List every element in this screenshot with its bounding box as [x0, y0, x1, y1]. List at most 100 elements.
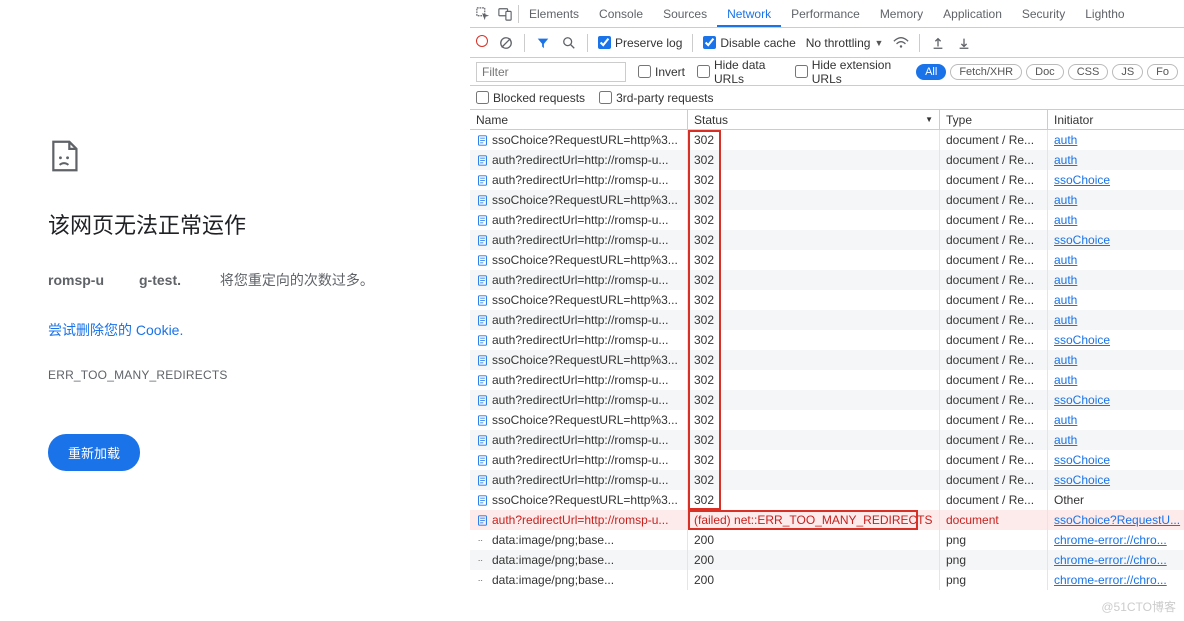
cell-name: ssoChoice?RequestURL=http%3... [470, 250, 688, 270]
tab-elements[interactable]: Elements [519, 1, 589, 27]
pill-fetchxhr[interactable]: Fetch/XHR [950, 64, 1022, 80]
table-row[interactable]: auth?redirectUrl=http://romsp-u...302doc… [470, 310, 1184, 330]
document-icon [476, 494, 488, 506]
initiator-link[interactable]: ssoChoice?RequestU... [1054, 513, 1180, 527]
tab-console[interactable]: Console [589, 1, 653, 27]
preserve-log-checkbox[interactable]: Preserve log [598, 36, 682, 50]
table-row[interactable]: auth?redirectUrl=http://romsp-u...302doc… [470, 330, 1184, 350]
table-row[interactable]: data:image/png;base...200pngchrome-error… [470, 550, 1184, 570]
browser-error-page: 该网页无法正常运作 romsp-uxxxxxg-test.xxxxx 将您重定向… [0, 0, 470, 621]
table-row[interactable]: ssoChoice?RequestURL=http%3...302documen… [470, 410, 1184, 430]
initiator-link[interactable]: auth [1054, 253, 1077, 267]
initiator-link[interactable]: chrome-error://chro... [1054, 553, 1167, 567]
initiator-link[interactable]: auth [1054, 313, 1077, 327]
table-row[interactable]: auth?redirectUrl=http://romsp-u...302doc… [470, 470, 1184, 490]
reload-button[interactable]: 重新加载 [48, 434, 140, 471]
tab-sources[interactable]: Sources [653, 1, 717, 27]
cell-type: png [940, 550, 1048, 570]
table-row[interactable]: auth?redirectUrl=http://romsp-u...302doc… [470, 430, 1184, 450]
col-header-initiator[interactable]: Initiator [1048, 110, 1184, 129]
initiator-link[interactable]: ssoChoice [1054, 453, 1110, 467]
pill-css[interactable]: CSS [1068, 64, 1109, 80]
filter-input[interactable] [476, 62, 626, 82]
initiator-link[interactable]: ssoChoice [1054, 233, 1110, 247]
disable-cache-checkbox[interactable]: Disable cache [703, 36, 795, 50]
search-icon[interactable] [561, 35, 577, 51]
initiator-link[interactable]: auth [1054, 193, 1077, 207]
cell-status: 302 [688, 130, 940, 150]
initiator-link[interactable]: auth [1054, 373, 1077, 387]
table-row[interactable]: ssoChoice?RequestURL=http%3...302documen… [470, 290, 1184, 310]
table-row[interactable]: auth?redirectUrl=http://romsp-u...302doc… [470, 390, 1184, 410]
table-row[interactable]: ssoChoice?RequestURL=http%3...302documen… [470, 250, 1184, 270]
initiator-link[interactable]: auth [1054, 133, 1077, 147]
device-toggle-icon[interactable] [496, 5, 514, 23]
initiator-link[interactable]: ssoChoice [1054, 333, 1110, 347]
initiator-link[interactable]: auth [1054, 433, 1077, 447]
table-row[interactable]: auth?redirectUrl=http://romsp-u...302doc… [470, 170, 1184, 190]
import-har-icon[interactable] [930, 35, 946, 51]
tab-security[interactable]: Security [1012, 1, 1075, 27]
clear-icon[interactable] [498, 35, 514, 51]
initiator-link[interactable]: chrome-error://chro... [1054, 533, 1167, 547]
pill-all[interactable]: All [916, 64, 946, 80]
filter-icon[interactable] [535, 35, 551, 51]
document-icon [476, 254, 488, 266]
table-row[interactable]: auth?redirectUrl=http://romsp-u...302doc… [470, 270, 1184, 290]
initiator-link[interactable]: chrome-error://chro... [1054, 573, 1167, 587]
table-row[interactable]: auth?redirectUrl=http://romsp-u...302doc… [470, 370, 1184, 390]
initiator-link[interactable]: auth [1054, 413, 1077, 427]
hide-data-urls-checkbox[interactable]: Hide data URLs [697, 58, 783, 86]
image-icon [476, 554, 488, 566]
table-row[interactable]: auth?redirectUrl=http://romsp-u...302doc… [470, 230, 1184, 250]
tab-application[interactable]: Application [933, 1, 1012, 27]
initiator-link[interactable]: auth [1054, 153, 1077, 167]
document-icon [476, 174, 488, 186]
cell-initiator: chrome-error://chro... [1048, 530, 1184, 550]
col-header-name[interactable]: Name [470, 110, 688, 129]
blocked-requests-checkbox[interactable]: Blocked requests [476, 91, 585, 105]
inspect-icon[interactable] [474, 5, 492, 23]
tab-lightho[interactable]: Lightho [1075, 1, 1134, 27]
cell-initiator: chrome-error://chro... [1048, 550, 1184, 570]
record-button[interactable] [476, 35, 488, 50]
tab-network[interactable]: Network [717, 1, 781, 27]
table-row[interactable]: ssoChoice?RequestURL=http%3...302documen… [470, 190, 1184, 210]
tab-performance[interactable]: Performance [781, 1, 870, 27]
throttling-select[interactable]: No throttling▼ [806, 36, 884, 50]
table-row[interactable]: data:image/png;base...200pngchrome-error… [470, 570, 1184, 590]
third-party-checkbox[interactable]: 3rd-party requests [599, 91, 713, 105]
initiator-link[interactable]: ssoChoice [1054, 173, 1110, 187]
initiator-link[interactable]: auth [1054, 353, 1077, 367]
cell-status: 302 [688, 290, 940, 310]
cell-status: 302 [688, 330, 940, 350]
cell-type: document / Re... [940, 490, 1048, 510]
cell-initiator: auth [1048, 350, 1184, 370]
cell-initiator: ssoChoice [1048, 470, 1184, 490]
table-row[interactable]: auth?redirectUrl=http://romsp-u...(faile… [470, 510, 1184, 530]
initiator-link[interactable]: auth [1054, 273, 1077, 287]
clear-cookies-link[interactable]: 尝试删除您的 Cookie. [48, 320, 470, 340]
table-row[interactable]: auth?redirectUrl=http://romsp-u...302doc… [470, 450, 1184, 470]
initiator-link[interactable]: auth [1054, 213, 1077, 227]
initiator-link[interactable]: auth [1054, 293, 1077, 307]
pill-js[interactable]: JS [1112, 64, 1143, 80]
initiator-link[interactable]: ssoChoice [1054, 393, 1110, 407]
col-header-type[interactable]: Type [940, 110, 1048, 129]
table-row[interactable]: ssoChoice?RequestURL=http%3...302documen… [470, 490, 1184, 510]
tab-memory[interactable]: Memory [870, 1, 933, 27]
pill-doc[interactable]: Doc [1026, 64, 1064, 80]
pill-fo[interactable]: Fo [1147, 64, 1178, 80]
network-conditions-icon[interactable] [893, 35, 909, 51]
col-header-status[interactable]: Status▼ [688, 110, 940, 129]
table-row[interactable]: auth?redirectUrl=http://romsp-u...302doc… [470, 150, 1184, 170]
table-row[interactable]: ssoChoice?RequestURL=http%3...302documen… [470, 130, 1184, 150]
document-icon [476, 374, 488, 386]
initiator-link[interactable]: ssoChoice [1054, 473, 1110, 487]
invert-checkbox[interactable]: Invert [638, 65, 685, 79]
export-har-icon[interactable] [956, 35, 972, 51]
table-row[interactable]: auth?redirectUrl=http://romsp-u...302doc… [470, 210, 1184, 230]
table-row[interactable]: ssoChoice?RequestURL=http%3...302documen… [470, 350, 1184, 370]
table-row[interactable]: data:image/png;base...200pngchrome-error… [470, 530, 1184, 550]
hide-extension-urls-checkbox[interactable]: Hide extension URLs [795, 58, 904, 86]
